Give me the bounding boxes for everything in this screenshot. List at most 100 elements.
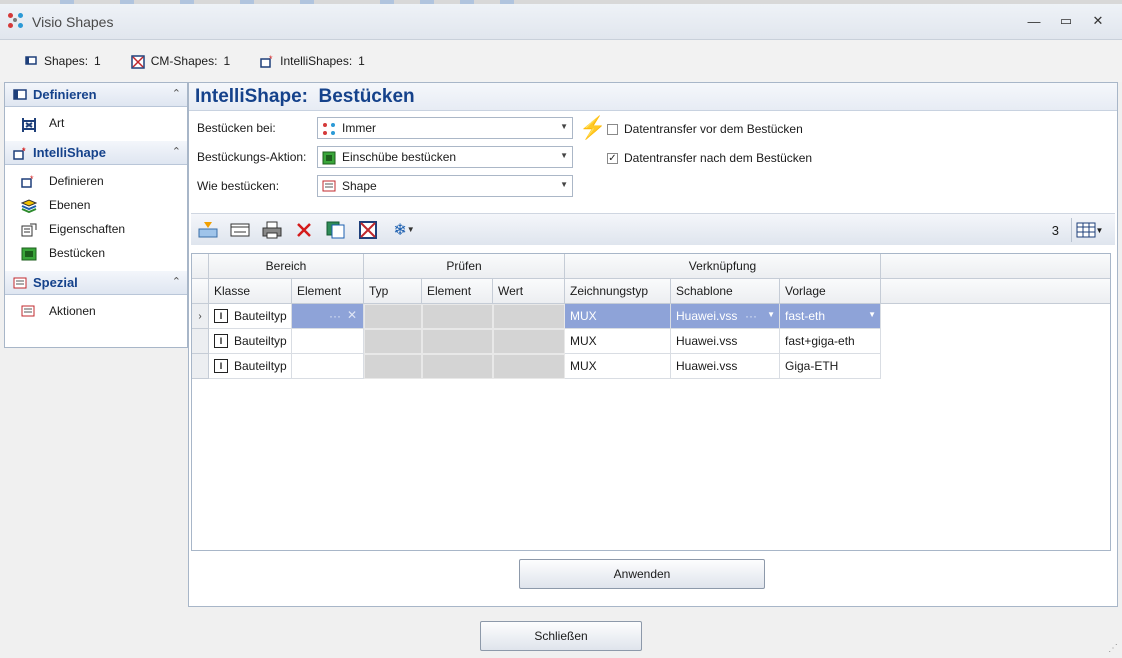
special-icon [13, 277, 27, 289]
cell-schablone[interactable]: Huawei.vss ··· ▼ [671, 304, 780, 329]
print-icon[interactable] [261, 219, 283, 241]
col-empty [881, 279, 1110, 304]
wie-row: Wie bestücken: Shape ▼ [197, 175, 573, 197]
svg-text:*: * [22, 147, 26, 156]
component-type-icon: I [214, 309, 228, 323]
cell-wert[interactable] [493, 329, 565, 354]
col-pruef-element[interactable]: Element [422, 279, 493, 304]
bestuecken-bei-row: Bestücken bei: Immer ▼ [197, 117, 573, 139]
delete-icon[interactable] [293, 219, 315, 241]
chevron-down-icon[interactable]: ▼ [767, 310, 775, 319]
cell-schablone[interactable]: Huawei.vss [671, 329, 780, 354]
aktion-select[interactable]: Einschübe bestücken ▼ [317, 146, 573, 168]
section-definieren-header[interactable]: Definieren ⌃ [5, 83, 187, 107]
checkbox-vor[interactable] [607, 123, 618, 135]
cell-pruef-element[interactable] [422, 354, 493, 379]
section-intellishape-header[interactable]: * IntelliShape ⌃ [5, 141, 187, 165]
sidebar-item-ebenen[interactable]: Ebenen [5, 193, 187, 217]
maximize-button[interactable]: ▭ [1050, 10, 1082, 32]
datentransfer-nach-checkbox[interactable]: ✓ Datentransfer nach dem Bestücken [607, 151, 812, 165]
wie-select[interactable]: Shape ▼ [317, 175, 573, 197]
minimize-button[interactable]: — [1018, 10, 1050, 32]
cell-pruef-element[interactable] [422, 304, 493, 329]
bestuecken-bei-select[interactable]: Immer ▼ [317, 117, 573, 139]
cell-zeichnungstyp[interactable]: MUX [565, 329, 671, 354]
table-row[interactable]: I Bauteiltyp MUX Huawei.vss Giga-ETH [192, 354, 881, 379]
table-row[interactable]: I Bauteiltyp MUX Huawei.vss fast+giga-et… [192, 329, 881, 354]
col-klasse[interactable]: Klasse [209, 279, 292, 304]
shapes-count-label: Shapes: [44, 54, 89, 68]
col-vorlage[interactable]: Vorlage [780, 279, 881, 304]
collapse-icon[interactable]: ⌃ [172, 87, 181, 100]
row-indicator[interactable]: › [192, 304, 209, 329]
cell-klasse[interactable]: I Bauteiltyp [209, 304, 292, 329]
snowflake-icon[interactable]: ❄ ▼ [389, 219, 419, 241]
sidebar-item-label: Aktionen [49, 304, 96, 318]
cell-typ[interactable] [364, 304, 422, 329]
cell-schablone[interactable]: Huawei.vss [671, 354, 780, 379]
aktion-label: Bestückungs-Aktion: [197, 150, 307, 164]
aktion-row: Bestückungs-Aktion: Einschübe bestücken … [197, 146, 573, 168]
checkbox-nach[interactable]: ✓ [607, 152, 618, 164]
sidebar-item-bestuecken[interactable]: Bestücken [5, 241, 187, 265]
cell-zeichnungstyp[interactable]: MUX [565, 354, 671, 379]
sidebar-item-definieren[interactable]: * Definieren [5, 169, 187, 193]
col-schablone[interactable]: Schablone [671, 279, 780, 304]
collapse-icon[interactable]: ⌃ [172, 275, 181, 288]
svg-text:*: * [269, 55, 273, 64]
ellipsis-icon[interactable]: ··· [745, 309, 757, 323]
chevron-down-icon[interactable]: ▼ [560, 122, 568, 131]
component-type-icon: I [214, 334, 228, 348]
row-indicator[interactable] [192, 329, 209, 354]
cell-wert[interactable] [493, 354, 565, 379]
cell-klasse[interactable]: I Bauteiltyp [209, 329, 292, 354]
datentransfer-vor-checkbox[interactable]: Datentransfer vor dem Bestücken [607, 122, 803, 136]
cell-vorlage[interactable]: fast+giga-eth [780, 329, 881, 354]
cell-wert[interactable] [493, 304, 565, 329]
row-indicator[interactable] [192, 354, 209, 379]
app-icon [322, 122, 336, 135]
cell-typ[interactable] [364, 354, 422, 379]
col-element[interactable]: Element [292, 279, 364, 304]
ellipsis-icon[interactable]: ··· [329, 309, 341, 323]
chevron-down-icon[interactable]: ▼ [560, 180, 568, 189]
window-title: Visio Shapes [32, 13, 114, 30]
intellishape-icon: * [260, 54, 274, 68]
close-button[interactable]: Schließen [480, 621, 642, 651]
cell-element[interactable] [292, 329, 364, 354]
collapse-icon[interactable]: ⌃ [172, 145, 181, 158]
cell-element[interactable]: ··· ✕ [292, 304, 364, 329]
grid-layout-button[interactable]: ▼ [1071, 218, 1107, 242]
col-wert[interactable]: Wert [493, 279, 565, 304]
clear-icon[interactable]: ✕ [347, 308, 357, 322]
filter-icon[interactable] [197, 219, 219, 241]
cell-klasse[interactable]: I Bauteiltyp [209, 354, 292, 379]
cell-typ[interactable] [364, 329, 422, 354]
cell-pruef-element[interactable] [422, 329, 493, 354]
table-row[interactable]: › I Bauteiltyp ··· ✕ MUX Huawei.vss ··· … [192, 304, 881, 329]
sidebar-item-label: Eigenschaften [49, 222, 126, 236]
copy-icon[interactable] [325, 219, 347, 241]
columns-icon[interactable] [229, 219, 251, 241]
sidebar-item-art[interactable]: Art [5, 111, 187, 135]
row-header-corner [192, 279, 209, 304]
intellishapes-count: * IntelliShapes: 1 [260, 54, 365, 68]
datentransfer-nach-label: Datentransfer nach dem Bestücken [624, 151, 813, 165]
cm-shape-icon[interactable] [357, 219, 379, 241]
close-window-button[interactable]: ✕ [1082, 10, 1114, 32]
main-panel: IntelliShape: Bestücken Bestücken bei: I… [188, 82, 1118, 607]
cell-vorlage[interactable]: Giga-ETH [780, 354, 881, 379]
sidebar-item-eigenschaften[interactable]: Eigenschaften [5, 217, 187, 241]
chevron-down-icon[interactable]: ▼ [868, 310, 876, 319]
col-typ[interactable]: Typ [364, 279, 422, 304]
apply-button[interactable]: Anwenden [519, 559, 765, 589]
resize-grip-icon[interactable]: ⋰ [1108, 643, 1118, 654]
section-spezial-header[interactable]: Spezial ⌃ [5, 271, 187, 295]
col-zeichnungstyp[interactable]: Zeichnungstyp [565, 279, 671, 304]
cell-element[interactable] [292, 354, 364, 379]
sidebar-item-aktionen[interactable]: Aktionen [5, 299, 187, 323]
cm-shapes-count-value: 1 [223, 54, 231, 68]
chevron-down-icon[interactable]: ▼ [560, 151, 568, 160]
cell-vorlage[interactable]: fast-eth ▼ [780, 304, 881, 329]
cell-zeichnungstyp[interactable]: MUX [565, 304, 671, 329]
